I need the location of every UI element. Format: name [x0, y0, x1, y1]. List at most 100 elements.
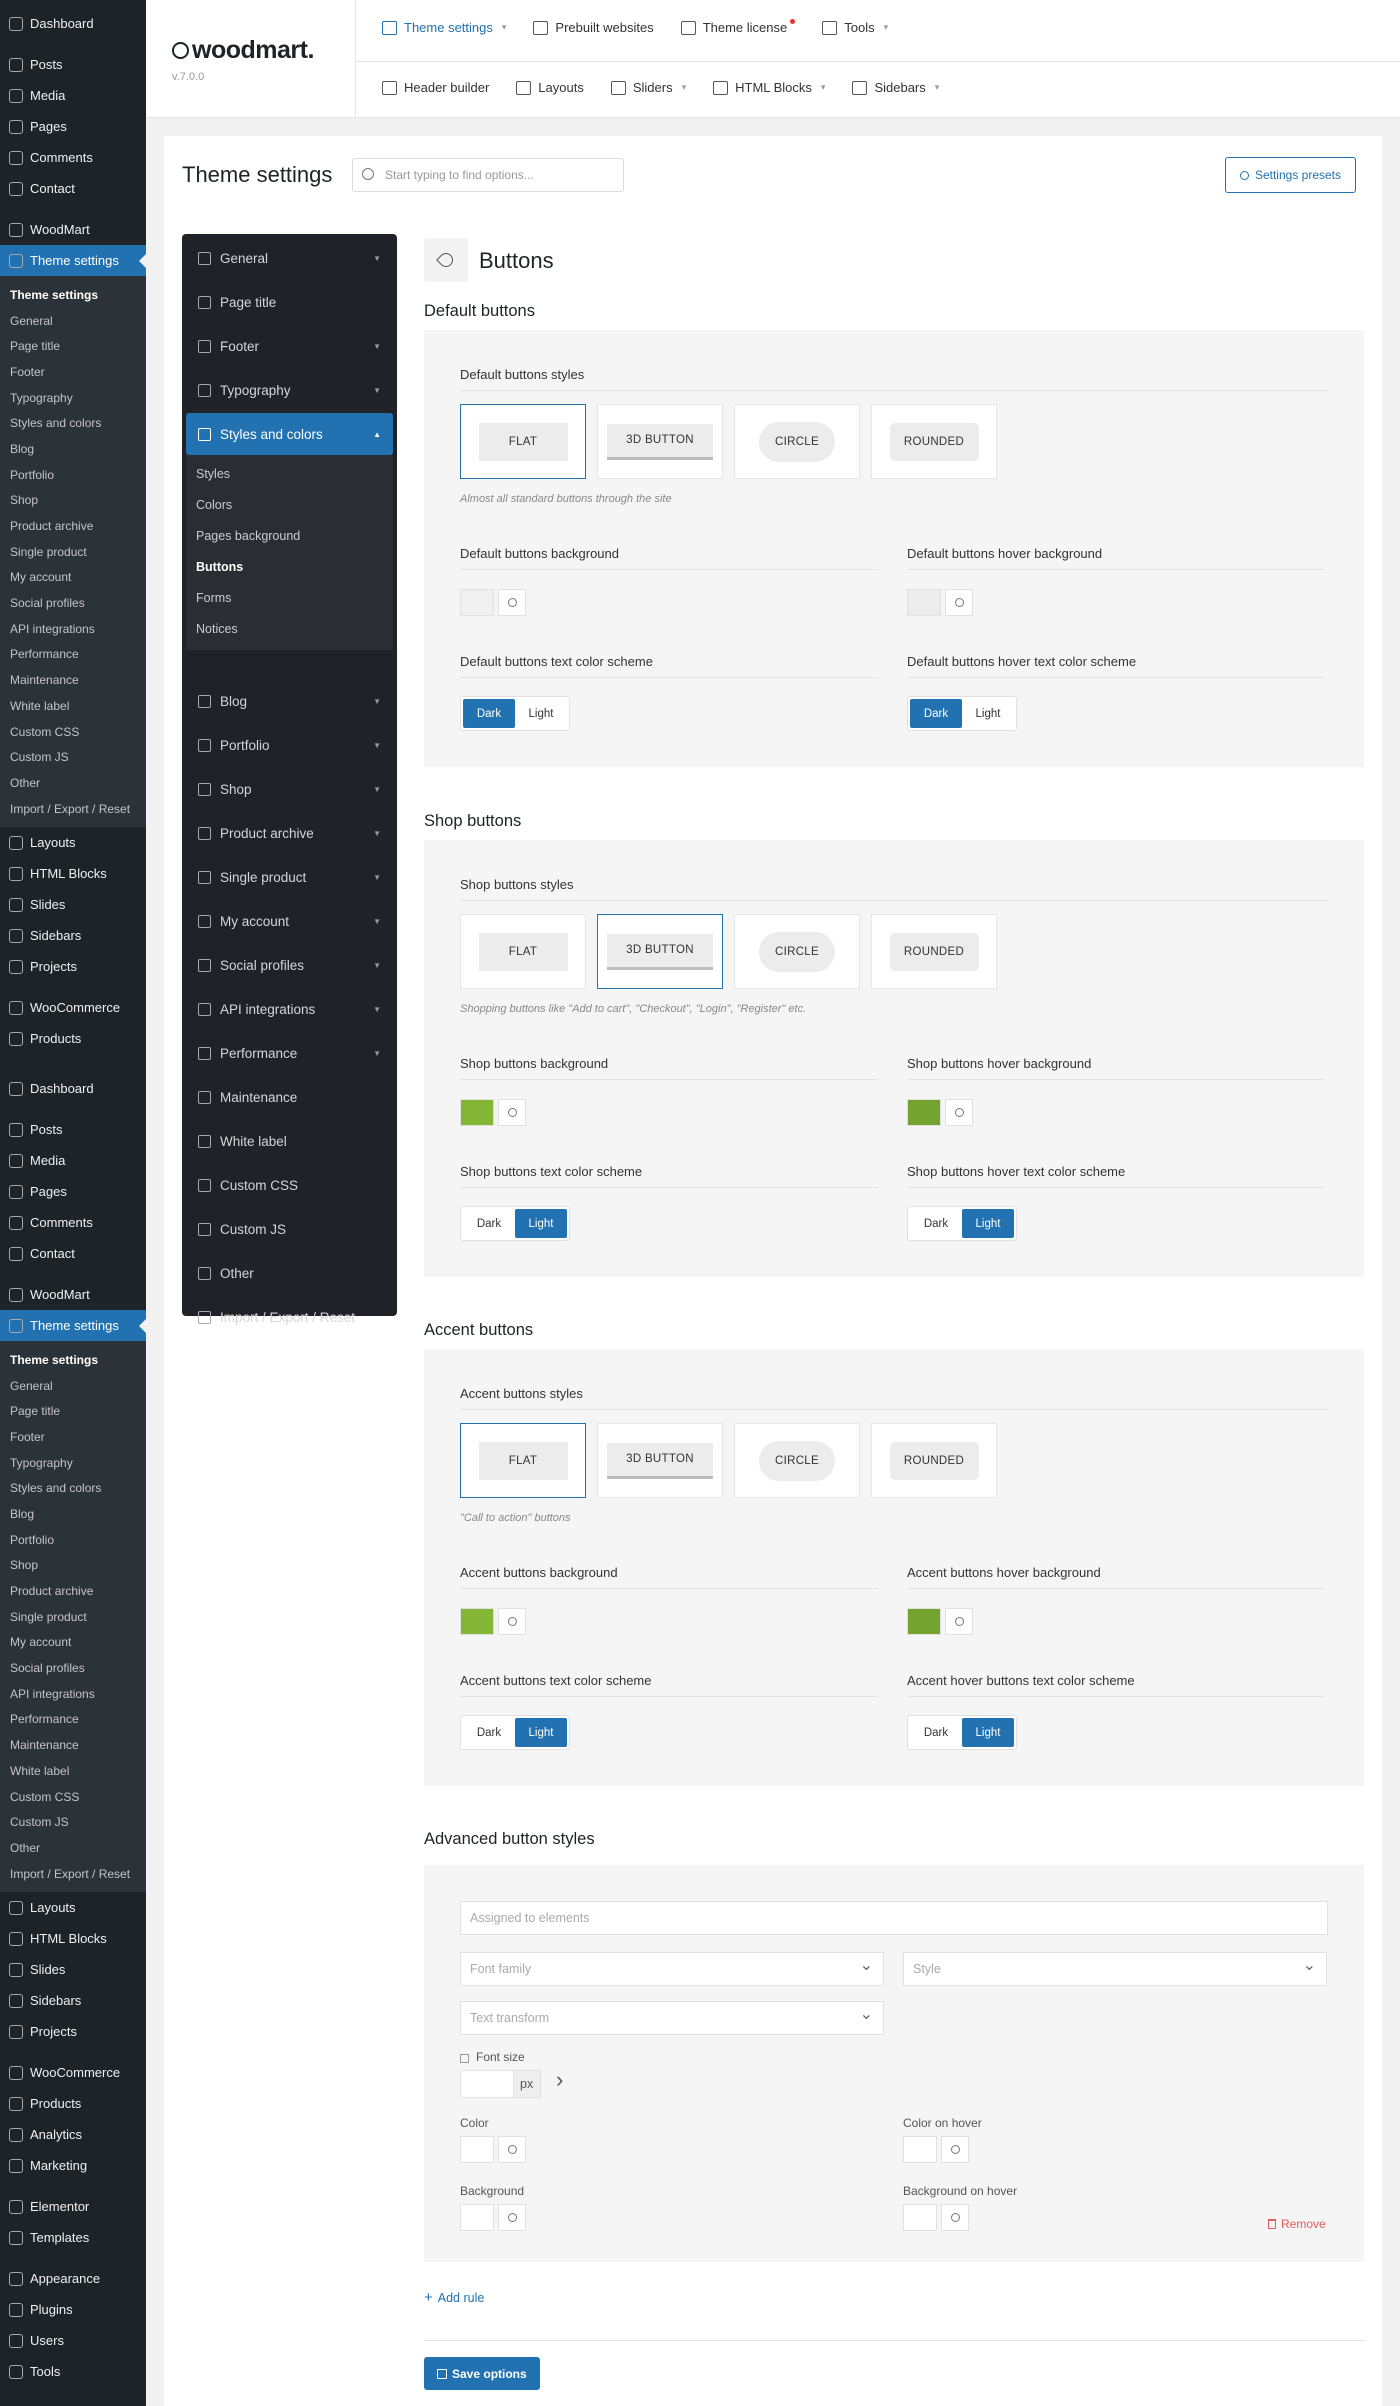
- scheme-light-option[interactable]: Light: [515, 699, 567, 728]
- wp-submenu-item[interactable]: Styles and colors: [0, 410, 146, 436]
- wp-submenu-item[interactable]: Page title: [0, 333, 146, 359]
- background-swatch[interactable]: [460, 1099, 494, 1126]
- scheme-light-option[interactable]: Light: [515, 1718, 567, 1747]
- color-hover-swatch[interactable]: [903, 2136, 937, 2163]
- options-subnav-item[interactable]: Styles: [196, 467, 230, 481]
- options-nav-social-profiles[interactable]: Social profiles ▼: [186, 944, 393, 986]
- wp-submenu-item[interactable]: Portfolio: [0, 1527, 146, 1553]
- hover-background-picker-button[interactable]: [945, 589, 973, 616]
- options-nav-custom-css[interactable]: Custom CSS: [186, 1164, 393, 1206]
- options-nav-other[interactable]: Other: [186, 1252, 393, 1294]
- wp-menu-layouts[interactable]: Layouts: [0, 1892, 146, 1923]
- wp-submenu-item[interactable]: White label: [0, 1758, 146, 1784]
- wp-menu-html-blocks[interactable]: HTML Blocks: [0, 858, 146, 889]
- nav-html-blocks[interactable]: HTML Blocks ▾: [713, 80, 825, 95]
- adv-background-hover-swatch[interactable]: [903, 2204, 937, 2231]
- scheme-dark-option[interactable]: Dark: [910, 1209, 962, 1238]
- wp-submenu-item[interactable]: General: [0, 308, 146, 334]
- wp-menu-posts[interactable]: Posts: [0, 49, 146, 80]
- wp-menu-tools[interactable]: Tools: [0, 2356, 146, 2387]
- wp-menu-sidebars[interactable]: Sidebars: [0, 1985, 146, 2016]
- assigned-elements-input[interactable]: Assigned to elements: [460, 1901, 1328, 1935]
- wp-submenu-item[interactable]: Social profiles: [0, 590, 146, 616]
- save-options-button[interactable]: Save options: [424, 2357, 540, 2390]
- wp-menu-plugins[interactable]: Plugins: [0, 2294, 146, 2325]
- style-option-flat[interactable]: FLAT: [460, 404, 586, 479]
- wp-submenu-item[interactable]: Theme settings: [0, 1347, 146, 1373]
- adv-background-hover-picker-button[interactable]: [941, 2204, 969, 2231]
- scheme-light-option[interactable]: Light: [515, 1209, 567, 1238]
- wp-menu-media[interactable]: Media: [0, 1145, 146, 1176]
- wp-menu-comments[interactable]: Comments: [0, 142, 146, 173]
- add-rule-button[interactable]: + Add rule: [424, 2289, 484, 2306]
- wp-submenu-item[interactable]: Other: [0, 1835, 146, 1861]
- nav-layouts[interactable]: Layouts: [516, 80, 584, 95]
- style-select[interactable]: Style ⌄: [903, 1952, 1327, 1986]
- wp-menu-slides[interactable]: Slides: [0, 1954, 146, 1985]
- wp-submenu-item[interactable]: Blog: [0, 1501, 146, 1527]
- options-nav-portfolio[interactable]: Portfolio ▼: [186, 724, 393, 766]
- background-picker-button[interactable]: [498, 1608, 526, 1635]
- wp-submenu-item[interactable]: Product archive: [0, 513, 146, 539]
- wp-menu-products[interactable]: Products: [0, 2088, 146, 2119]
- background-swatch[interactable]: [460, 1608, 494, 1635]
- wp-submenu-item[interactable]: Typography: [0, 1450, 146, 1476]
- wp-submenu-item[interactable]: White label: [0, 693, 146, 719]
- wp-menu-dashboard[interactable]: Dashboard: [0, 8, 146, 39]
- wp-submenu-item[interactable]: Single product: [0, 539, 146, 565]
- wp-menu-users[interactable]: Users: [0, 2325, 146, 2356]
- style-option-circ[interactable]: CIRCLE: [734, 1423, 860, 1498]
- background-picker-button[interactable]: [498, 589, 526, 616]
- nav-header-builder[interactable]: Header builder: [382, 80, 489, 95]
- wp-submenu-item[interactable]: Page title: [0, 1398, 146, 1424]
- style-option-round[interactable]: ROUNDED: [871, 404, 997, 479]
- options-nav-product-archive[interactable]: Product archive ▼: [186, 812, 393, 854]
- wp-menu-posts[interactable]: Posts: [0, 1114, 146, 1145]
- wp-submenu-item[interactable]: Maintenance: [0, 1732, 146, 1758]
- nav-sidebars[interactable]: Sidebars ▾: [852, 80, 939, 95]
- wp-submenu-item[interactable]: Typography: [0, 385, 146, 411]
- wp-submenu-item[interactable]: My account: [0, 1630, 146, 1656]
- options-nav-performance[interactable]: Performance ▼: [186, 1032, 393, 1074]
- wp-submenu-item[interactable]: Styles and colors: [0, 1475, 146, 1501]
- nav-sliders[interactable]: Sliders ▾: [610, 80, 686, 95]
- options-nav-general[interactable]: General ▼: [186, 237, 393, 279]
- wp-menu-marketing[interactable]: Marketing: [0, 2150, 146, 2181]
- options-subnav-item[interactable]: Notices: [196, 622, 238, 636]
- wp-menu-media[interactable]: Media: [0, 80, 146, 111]
- font-size-input[interactable]: [460, 2070, 514, 2098]
- wp-menu-slides[interactable]: Slides: [0, 889, 146, 920]
- wp-submenu-item[interactable]: Footer: [0, 1424, 146, 1450]
- options-nav-shop[interactable]: Shop ▼: [186, 768, 393, 810]
- wp-menu-pages[interactable]: Pages: [0, 1176, 146, 1207]
- wp-submenu-item[interactable]: Performance: [0, 642, 146, 668]
- hover-background-swatch[interactable]: [907, 589, 941, 616]
- style-option-d3[interactable]: 3D BUTTON: [597, 404, 723, 479]
- wp-submenu-item[interactable]: Footer: [0, 359, 146, 385]
- options-subnav-item[interactable]: Pages background: [196, 529, 300, 543]
- adv-background-picker-button[interactable]: [498, 2204, 526, 2231]
- style-option-circ[interactable]: CIRCLE: [734, 914, 860, 989]
- options-subnav-item[interactable]: Colors: [196, 498, 232, 512]
- options-nav-styles-and-colors[interactable]: Styles and colors ▲: [186, 413, 393, 455]
- unit-select[interactable]: px: [513, 2070, 541, 2098]
- adv-background-swatch[interactable]: [460, 2204, 494, 2231]
- style-option-flat[interactable]: FLAT: [460, 914, 586, 989]
- wp-menu-appearance[interactable]: Appearance: [0, 2263, 146, 2294]
- chevron-right-icon[interactable]: ›: [556, 2067, 563, 2093]
- wp-submenu-item[interactable]: Custom CSS: [0, 719, 146, 745]
- wp-menu-woodmart[interactable]: WoodMart: [0, 214, 146, 245]
- options-nav-my-account[interactable]: My account ▼: [186, 900, 393, 942]
- hover-background-picker-button[interactable]: [945, 1099, 973, 1126]
- style-option-d3[interactable]: 3D BUTTON: [597, 1423, 723, 1498]
- font-size-checkbox[interactable]: [460, 2054, 469, 2063]
- nav-theme-license[interactable]: Theme license: [680, 19, 796, 35]
- style-option-circ[interactable]: CIRCLE: [734, 404, 860, 479]
- wp-menu-templates[interactable]: Templates: [0, 2222, 146, 2253]
- wp-menu-woocommerce[interactable]: WooCommerce: [0, 992, 146, 1023]
- wp-submenu-item[interactable]: Theme settings: [0, 282, 146, 308]
- remove-rule-button[interactable]: Remove: [1268, 2217, 1326, 2231]
- options-nav-white-label[interactable]: White label: [186, 1120, 393, 1162]
- wp-submenu-item[interactable]: Portfolio: [0, 462, 146, 488]
- scheme-dark-option[interactable]: Dark: [463, 699, 515, 728]
